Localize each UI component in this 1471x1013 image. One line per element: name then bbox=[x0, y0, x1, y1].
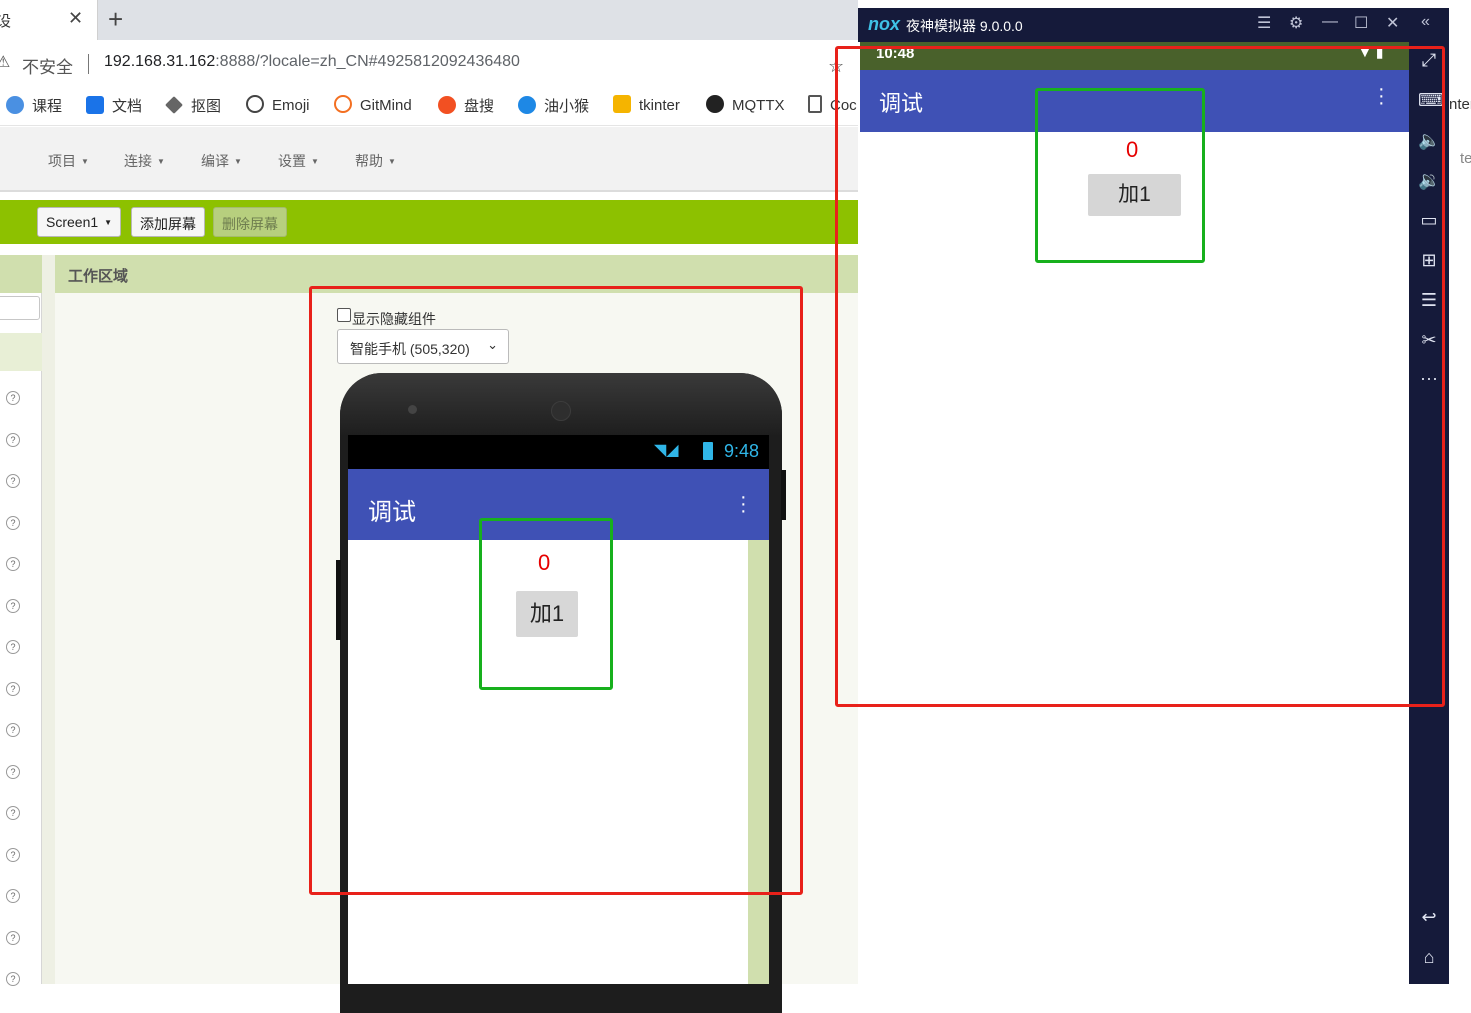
docs-icon bbox=[86, 96, 104, 114]
help-icon[interactable]: ? bbox=[6, 806, 20, 820]
fragment-text: nter bbox=[1449, 96, 1471, 113]
help-icon[interactable]: ? bbox=[6, 557, 20, 571]
bookmark-tkinter[interactable]: tkinter bbox=[613, 95, 680, 114]
green-highlight-box bbox=[1035, 88, 1205, 263]
bookmark-emoji[interactable]: Emoji bbox=[246, 95, 310, 114]
caret-down-icon: ▼ bbox=[234, 157, 242, 166]
help-icon[interactable]: ? bbox=[6, 640, 20, 654]
menu-icon[interactable]: ☰ bbox=[1257, 13, 1271, 33]
close-icon[interactable]: ✕ bbox=[1386, 13, 1399, 33]
address-divider bbox=[88, 54, 89, 74]
help-icon[interactable]: ? bbox=[6, 599, 20, 613]
menu-label: 连接 bbox=[124, 153, 152, 169]
warning-icon[interactable]: ⚠ bbox=[0, 52, 10, 72]
bookmark-label: 抠图 bbox=[191, 98, 222, 115]
tab-close-icon[interactable]: ✕ bbox=[68, 8, 83, 29]
bookmark-label: 课程 bbox=[32, 98, 63, 115]
course-icon bbox=[6, 96, 24, 114]
url-path: :8888/?locale=zh_CN#4925812092436480 bbox=[215, 53, 520, 70]
help-icon[interactable]: ? bbox=[6, 848, 20, 862]
background-window-fragment bbox=[1449, 40, 1471, 984]
help-icon[interactable]: ? bbox=[6, 474, 20, 488]
bookmark-gitmind[interactable]: GitMind bbox=[334, 95, 412, 114]
bookmark-label: 文档 bbox=[112, 98, 143, 115]
work-area-title: 工作区域 bbox=[68, 268, 129, 285]
caret-down-icon: ▼ bbox=[388, 157, 396, 166]
delete-screen-button[interactable]: 删除屏幕 bbox=[213, 207, 287, 237]
back-icon[interactable]: ↩ bbox=[1418, 907, 1440, 928]
caret-down-icon: ▼ bbox=[104, 218, 113, 227]
help-icon[interactable]: ? bbox=[6, 931, 20, 945]
screen-select[interactable]: Screen1 ▼ bbox=[37, 207, 122, 237]
layers-icon bbox=[165, 96, 183, 114]
insecure-label[interactable]: 不安全 bbox=[22, 53, 73, 78]
emulator-title: 夜神模拟器 9.0.0.0 bbox=[906, 18, 1023, 34]
green-highlight-box bbox=[479, 518, 613, 690]
bookmark-course[interactable]: 课程 bbox=[6, 95, 62, 116]
help-icon[interactable]: ? bbox=[6, 516, 20, 530]
new-tab-button[interactable]: + bbox=[108, 4, 123, 35]
bookmark-youxiaohou[interactable]: 油小猴 bbox=[518, 95, 589, 116]
bookmark-label: tkinter bbox=[639, 97, 680, 114]
bookmark-label: Emoji bbox=[272, 97, 310, 114]
menu-label: 帮助 bbox=[355, 153, 383, 169]
help-icon[interactable]: ? bbox=[6, 391, 20, 405]
screen-select-value: Screen1 bbox=[46, 214, 99, 230]
bookmark-docs[interactable]: 文档 bbox=[86, 95, 142, 116]
menu-settings[interactable]: 设置 ▼ bbox=[278, 151, 319, 171]
caret-down-icon: ▼ bbox=[157, 157, 165, 166]
tab-title[interactable]: 设 bbox=[0, 10, 11, 31]
minimize-icon[interactable]: — bbox=[1322, 13, 1338, 31]
caret-down-icon: ▼ bbox=[311, 157, 319, 166]
bookmark-mqttx[interactable]: MQTTX bbox=[706, 95, 785, 114]
bookmark-cutout[interactable]: 抠图 bbox=[165, 95, 221, 116]
bookmark-label: GitMind bbox=[360, 97, 412, 114]
add-screen-button[interactable]: 添加屏幕 bbox=[131, 207, 205, 237]
home-icon[interactable]: ⌂ bbox=[1418, 947, 1440, 968]
bookmark-label: MQTTX bbox=[732, 97, 785, 114]
nox-logo: nox bbox=[868, 14, 901, 34]
gitmind-icon bbox=[334, 95, 352, 113]
smiley-icon bbox=[246, 95, 264, 113]
menu-label: 设置 bbox=[278, 153, 306, 169]
designer-toolbar bbox=[0, 200, 860, 244]
menu-project[interactable]: 项目 ▼ bbox=[48, 151, 89, 171]
palette-search-input[interactable] bbox=[0, 296, 40, 320]
bookmark-label: 盘搜 bbox=[464, 98, 495, 115]
tab-bar bbox=[0, 0, 860, 40]
menu-build[interactable]: 编译 ▼ bbox=[201, 151, 242, 171]
gear-icon[interactable]: ⚙ bbox=[1289, 13, 1303, 33]
tkinter-icon bbox=[613, 95, 631, 113]
help-icon[interactable]: ? bbox=[6, 889, 20, 903]
url-host: 192.168.31.162 bbox=[104, 53, 216, 70]
help-icon[interactable]: ? bbox=[6, 433, 20, 447]
help-icon[interactable]: ? bbox=[6, 682, 20, 696]
palette-category[interactable] bbox=[0, 333, 42, 371]
pansou-icon bbox=[438, 96, 456, 114]
help-icon[interactable]: ? bbox=[6, 765, 20, 779]
menu-connect[interactable]: 连接 ▼ bbox=[124, 151, 165, 171]
page-icon bbox=[808, 95, 822, 113]
help-icon[interactable]: ? bbox=[6, 723, 20, 737]
caret-down-icon: ▼ bbox=[81, 157, 89, 166]
palette-header bbox=[0, 255, 42, 293]
fragment-text: te bbox=[1460, 150, 1471, 167]
monkey-icon bbox=[518, 96, 536, 114]
menu-label: 项目 bbox=[48, 153, 76, 169]
maximize-icon[interactable]: ☐ bbox=[1354, 13, 1368, 33]
bookmark-label: 油小猴 bbox=[544, 98, 590, 115]
menu-label: 编译 bbox=[201, 153, 229, 169]
browser-tab[interactable] bbox=[0, 0, 98, 40]
bookmark-pansou[interactable]: 盘搜 bbox=[438, 95, 494, 116]
url-field[interactable]: 192.168.31.162:8888/?locale=zh_CN#492581… bbox=[104, 53, 520, 71]
github-icon bbox=[706, 95, 724, 113]
panel-gap bbox=[42, 255, 55, 984]
collapse-icon[interactable]: « bbox=[1421, 13, 1430, 31]
menu-help[interactable]: 帮助 ▼ bbox=[355, 151, 396, 171]
